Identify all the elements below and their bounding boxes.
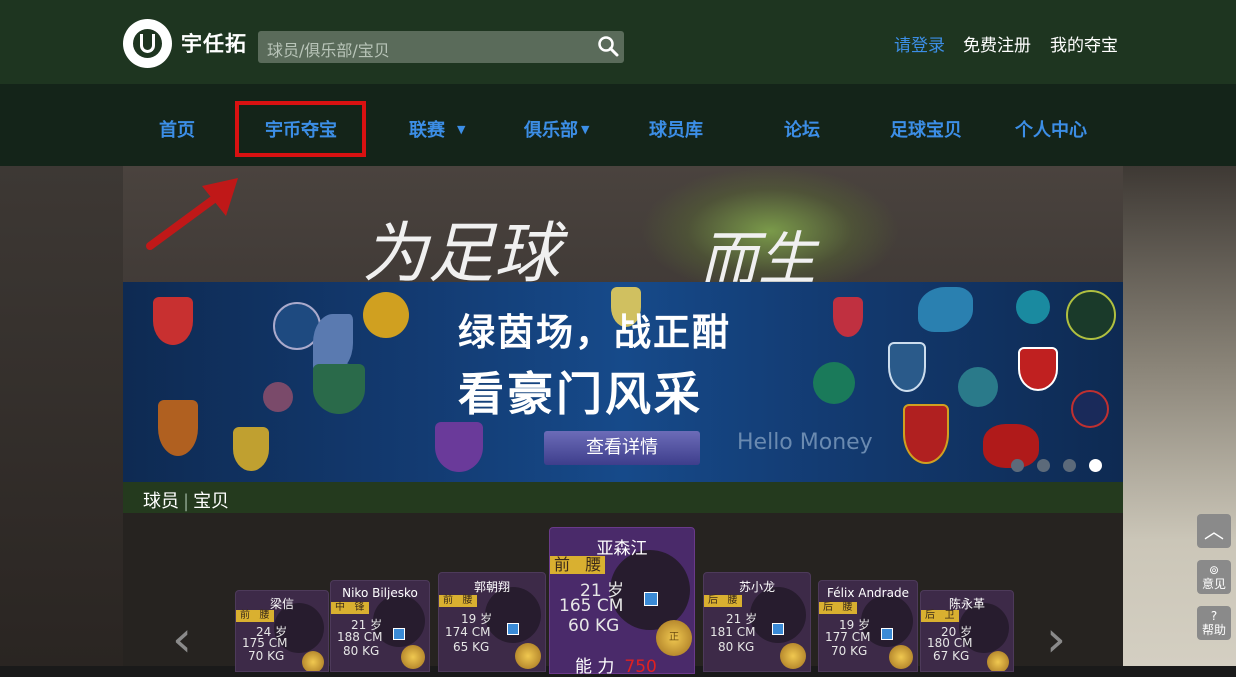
player-card[interactable]: 郭朝翔 前 腰 19 岁 174 CM 65 KG <box>438 572 546 672</box>
nav-league[interactable]: 联赛 ▼ <box>409 116 465 142</box>
search-icon[interactable] <box>597 35 619 57</box>
player-card[interactable]: 陈永革 后 卫 20 岁 180 CM 67 KG <box>920 590 1014 672</box>
view-details-button[interactable]: 查看详情 <box>544 431 700 465</box>
brand-name[interactable]: 宇任拓 <box>181 28 247 58</box>
tab-players[interactable]: 球员 <box>143 491 179 512</box>
nav-club-label: 俱乐部 <box>524 120 578 141</box>
register-link[interactable]: 免费注册 <box>963 31 1031 56</box>
nav-forum[interactable]: 论坛 <box>784 116 820 142</box>
player-card[interactable]: 梁信 前 腰 24 岁 175 CM 70 KG <box>235 590 329 672</box>
red-arrow-icon <box>146 178 238 250</box>
login-link[interactable]: 请登录 <box>894 31 945 56</box>
nav-home[interactable]: 首页 <box>159 116 195 142</box>
info-icon[interactable] <box>644 592 658 606</box>
ability-score: 能 力 750 <box>575 657 657 677</box>
promo-banner[interactable]: Hello Money 绿茵场，战正酣 看豪门风采 查看详情 <box>123 282 1123 482</box>
sponsor-logo: Hello Money <box>737 430 873 455</box>
chevron-up-icon: ︿ <box>1204 519 1224 543</box>
caret-down-icon: ▼ <box>457 123 466 136</box>
player-card[interactable]: 苏小龙 后 腰 21 岁 181 CM 80 KG <box>703 572 811 672</box>
search-bar[interactable]: 球员/俱乐部/宝贝 <box>258 31 624 63</box>
carousel-dot-3[interactable] <box>1063 459 1076 472</box>
banner-headline: 绿茵场，战正酣 <box>458 311 731 354</box>
carousel-dot-4[interactable] <box>1089 459 1102 472</box>
section-header <box>123 482 1123 513</box>
carousel-dot-2[interactable] <box>1037 459 1050 472</box>
nav-player-library[interactable]: 球员库 <box>649 116 703 142</box>
caret-down-icon: ▼ <box>581 123 590 136</box>
nav-personal-center[interactable]: 个人中心 <box>1015 116 1087 142</box>
player-card[interactable]: Niko Biljesko 中 锋 21 岁 188 CM 80 KG <box>330 580 430 672</box>
carousel-dot-1[interactable] <box>1011 459 1024 472</box>
feedback-button[interactable]: ⊚ 意见 <box>1197 560 1231 594</box>
badge-icon: 正 <box>656 620 692 656</box>
help-label: 帮助 <box>1201 623 1226 637</box>
next-arrow-icon[interactable]: › <box>1046 610 1066 668</box>
nav-league-label: 联赛 <box>409 120 445 141</box>
feedback-label: 意见 <box>1201 577 1226 591</box>
paperclip-icon: ⊚ <box>1208 563 1220 577</box>
highlight-box <box>235 101 366 157</box>
my-treasure-link[interactable]: 我的夺宝 <box>1050 31 1118 56</box>
logo-icon[interactable] <box>123 19 172 68</box>
player-card[interactable]: Félix Andrade 后 腰 19 岁 177 CM 70 KG <box>818 580 918 672</box>
banner-subheadline: 看豪门风采 <box>458 367 703 421</box>
scroll-top-button[interactable]: ︿ <box>1197 514 1231 548</box>
hero-left-panel <box>0 166 123 666</box>
nav-football-babe[interactable]: 足球宝贝 <box>890 116 962 142</box>
section-tabs: 球员 | 宝贝 <box>143 491 230 512</box>
search-input[interactable]: 球员/俱乐部/宝贝 <box>267 37 390 61</box>
help-button[interactable]: ? 帮助 <box>1197 606 1231 640</box>
prev-arrow-icon[interactable]: ‹ <box>172 610 192 668</box>
question-icon: ? <box>1210 609 1218 623</box>
nav-club[interactable]: 俱乐部 ▼ <box>524 116 589 142</box>
tab-babes[interactable]: 宝贝 <box>193 491 229 512</box>
